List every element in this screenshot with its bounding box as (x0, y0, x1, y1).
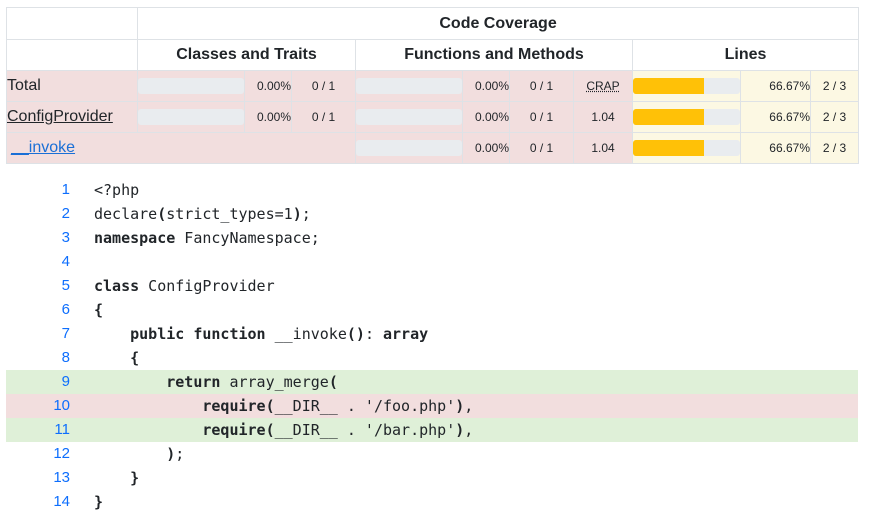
code-line: 5 class ConfigProvider (6, 274, 858, 298)
line-number[interactable]: 7 (6, 322, 70, 346)
row-name: ConfigProvider (6, 101, 138, 133)
header-functions-methods: Functions and Methods (355, 39, 633, 71)
code-text: class ConfigProvider (94, 277, 275, 295)
header-classes-traits: Classes and Traits (137, 39, 356, 71)
methods-bar (355, 132, 463, 164)
methods-percent: 0.00% (462, 70, 510, 102)
row-name: __invoke (6, 132, 356, 164)
progress-fill (633, 78, 705, 94)
progress-fill (633, 109, 705, 125)
progress-track (356, 109, 462, 125)
class-link[interactable]: ConfigProvider (7, 108, 113, 125)
progress-fill (633, 140, 705, 156)
lines-percent: 66.67% (740, 70, 811, 102)
crap-value: 1.04 (573, 132, 633, 164)
code-line: 10 require(__DIR__ . '/foo.php'), (6, 394, 858, 418)
code-line: 3 namespace FancyNamespace; (6, 226, 858, 250)
line-number[interactable]: 4 (6, 250, 70, 274)
row-name: Total (6, 70, 138, 102)
methods-percent: 0.00% (462, 132, 510, 164)
crap-label: CRAP (586, 79, 620, 93)
code-line: 4 (6, 250, 858, 274)
coverage-table: Code Coverage Classes and Traits Functio… (6, 7, 860, 164)
coverage-row-invoke: __invoke 0.00% 0 / 1 1.04 66.67% 2 / 3 (6, 132, 860, 164)
lines-bar (632, 70, 741, 102)
code-line: 14} (6, 490, 858, 514)
code-text: ); (166, 445, 185, 463)
progress-track (633, 140, 740, 156)
coverage-row-total: Total 0.00% 0 / 1 0.00% 0 / 1 CRAP 66.67… (6, 70, 860, 102)
methods-count: 0 / 1 (509, 101, 574, 133)
progress-track (356, 140, 462, 156)
methods-percent: 0.00% (462, 101, 510, 133)
code-coverage-title: Code Coverage (136, 7, 860, 40)
code-text: } (94, 493, 104, 511)
classes-percent: 0.00% (244, 101, 292, 133)
classes-bar (137, 101, 245, 133)
code-text: { (130, 349, 140, 367)
line-number[interactable]: 2 (6, 202, 70, 226)
line-number[interactable]: 12 (6, 442, 70, 466)
line-number[interactable]: 14 (6, 490, 70, 514)
classes-count: 0 / 1 (291, 70, 356, 102)
code-text: require(__DIR__ . '/foo.php'), (202, 397, 474, 415)
progress-track (138, 109, 244, 125)
code-line: 12 ); (6, 442, 858, 466)
lines-count: 2 / 3 (809, 132, 860, 164)
header-blank-2 (6, 39, 138, 71)
code-line: 1 <?php (6, 178, 858, 202)
lines-count: 2 / 3 (809, 101, 860, 133)
classes-bar (137, 70, 245, 102)
line-number[interactable]: 3 (6, 226, 70, 250)
line-number[interactable]: 8 (6, 346, 70, 370)
coverage-row-configprovider: ConfigProvider 0.00% 0 / 1 0.00% 0 / 1 1… (6, 101, 860, 133)
methods-count: 0 / 1 (509, 132, 574, 164)
code-text: declare(strict_types=1); (94, 205, 311, 223)
code-line: 8 { (6, 346, 858, 370)
progress-track (633, 109, 740, 125)
header-lines: Lines (631, 39, 860, 71)
line-number[interactable]: 6 (6, 298, 70, 322)
code-line: 11 require(__DIR__ . '/bar.php'), (6, 418, 858, 442)
code-line: 2 declare(strict_types=1); (6, 202, 858, 226)
methods-count: 0 / 1 (509, 70, 574, 102)
lines-percent: 66.67% (740, 101, 811, 133)
lines-bar (632, 101, 741, 133)
line-number[interactable]: 13 (6, 466, 70, 490)
progress-track (138, 78, 244, 94)
crap-header: CRAP (573, 70, 633, 102)
code-text: return array_merge( (166, 373, 338, 391)
method-link-invoke[interactable]: __invoke (11, 139, 75, 156)
progress-track (356, 78, 462, 94)
code-text: public function __invoke(): array (130, 325, 429, 343)
code-line: 6{ (6, 298, 858, 322)
line-number[interactable]: 5 (6, 274, 70, 298)
line-number[interactable]: 1 (6, 178, 70, 202)
source-code-listing: 1 <?php 2 declare(strict_types=1); 3 namespac… (6, 178, 858, 514)
code-line: 13 } (6, 466, 858, 490)
code-line: 7 public function __invoke(): array (6, 322, 858, 346)
line-number[interactable]: 11 (6, 418, 70, 442)
progress-track (633, 78, 740, 94)
methods-bar (355, 70, 463, 102)
code-text: <?php (94, 181, 140, 199)
methods-bar (355, 101, 463, 133)
classes-count: 0 / 1 (291, 101, 356, 133)
code-text: namespace FancyNamespace; (94, 229, 320, 247)
code-text: { (94, 301, 104, 319)
lines-bar (632, 132, 741, 164)
crap-value: 1.04 (573, 101, 633, 133)
code-text: } (130, 469, 140, 487)
code-text: require(__DIR__ . '/bar.php'), (202, 421, 474, 439)
line-number[interactable]: 9 (6, 370, 70, 394)
line-number[interactable]: 10 (6, 394, 70, 418)
lines-percent: 66.67% (740, 132, 811, 164)
classes-percent: 0.00% (244, 70, 292, 102)
header-blank (6, 7, 138, 40)
lines-count: 2 / 3 (809, 70, 860, 102)
code-line: 9 return array_merge( (6, 370, 858, 394)
